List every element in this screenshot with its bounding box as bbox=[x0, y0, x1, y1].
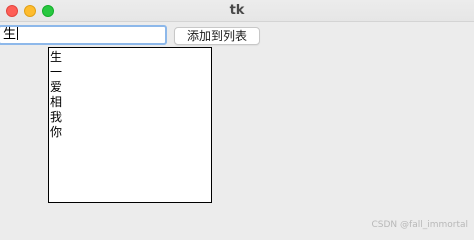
watermark: CSDN @fall_immortal bbox=[371, 220, 469, 230]
listbox[interactable]: 生 一 爱 相 我 你 bbox=[48, 47, 212, 203]
entry-value: 生 bbox=[3, 27, 17, 42]
list-item[interactable]: 我 bbox=[50, 110, 211, 125]
title-bar[interactable]: tk bbox=[0, 0, 474, 22]
text-caret bbox=[17, 27, 19, 40]
window-title: tk bbox=[229, 3, 245, 18]
list-item[interactable]: 一 bbox=[50, 65, 211, 80]
app-window: tk 生 添加到列表 生 一 爱 相 我 你 CSDN @fall_immort… bbox=[0, 0, 474, 233]
text-entry[interactable]: 生 bbox=[0, 25, 167, 45]
list-item[interactable]: 你 bbox=[50, 125, 211, 140]
list-item[interactable]: 爱 bbox=[50, 80, 211, 95]
list-item[interactable]: 生 bbox=[50, 50, 211, 65]
add-to-list-button[interactable]: 添加到列表 bbox=[174, 27, 260, 45]
list-item[interactable]: 相 bbox=[50, 95, 211, 110]
